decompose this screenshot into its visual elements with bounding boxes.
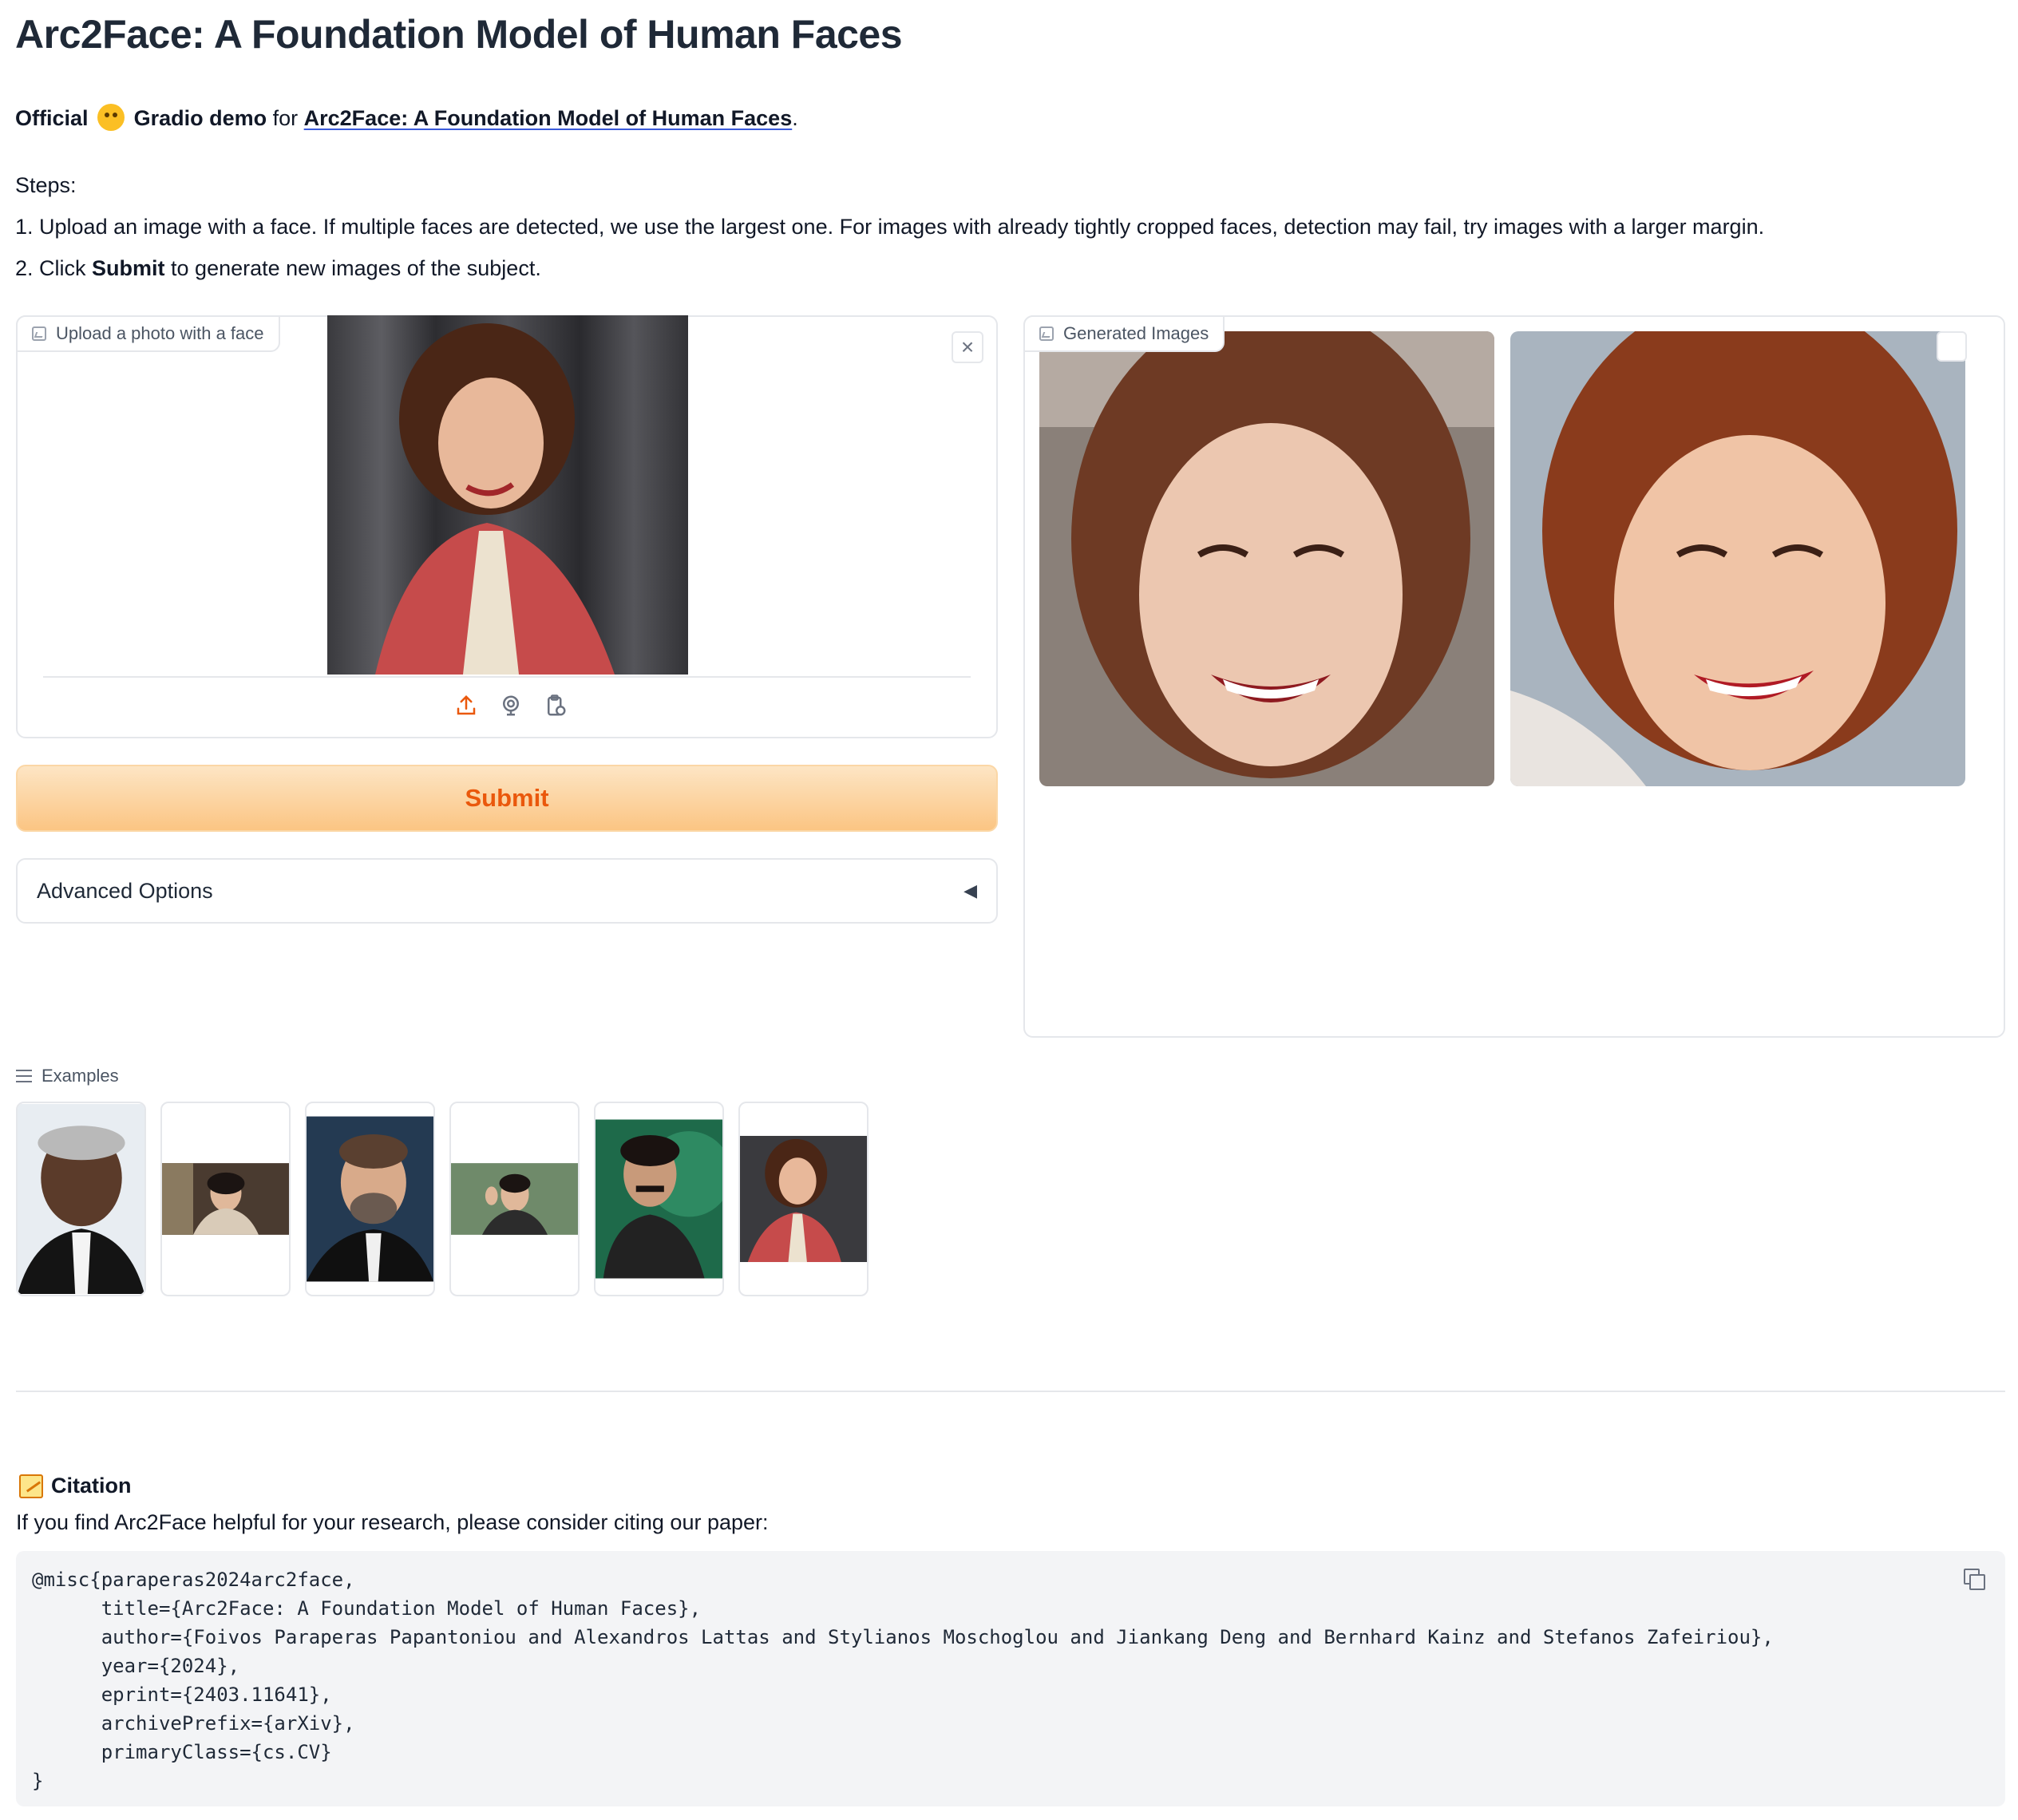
- steps-heading: Steps:: [15, 173, 77, 197]
- example-thumbnail[interactable]: [594, 1102, 724, 1296]
- examples-label-text: Examples: [42, 1066, 119, 1086]
- examples-gallery: [16, 1102, 869, 1296]
- image-icon: [32, 326, 46, 341]
- image-icon: [1039, 326, 1054, 341]
- uploaded-image: [327, 315, 688, 675]
- intro-period: .: [792, 106, 798, 130]
- copy-icon[interactable]: [1964, 1569, 1985, 1590]
- webcam-icon[interactable]: [497, 692, 524, 719]
- intro-for: for: [272, 106, 299, 130]
- step-2: 2. Click Submit to generate new images o…: [15, 247, 1764, 289]
- generated-image[interactable]: [1510, 331, 1965, 786]
- clipboard-icon[interactable]: [542, 692, 569, 719]
- upload-icon[interactable]: [453, 692, 480, 719]
- generated-label: Generated Images: [1023, 315, 1225, 352]
- generated-image[interactable]: [1039, 331, 1494, 786]
- hugging-face-icon: [97, 104, 125, 131]
- citation-code-block: @misc{paraperas2024arc2face, title={Arc2…: [16, 1551, 2005, 1806]
- example-thumbnail[interactable]: [160, 1102, 291, 1296]
- citation-heading: Citation: [19, 1474, 132, 1498]
- citation-heading-text: Citation: [51, 1474, 132, 1498]
- citation-bibtex: @misc{paraperas2024arc2face, title={Arc2…: [32, 1569, 1774, 1792]
- step-2-prefix: 2. Click: [15, 256, 93, 280]
- list-icon: [16, 1070, 32, 1082]
- example-thumbnail[interactable]: [305, 1102, 435, 1296]
- generated-images-gallery: Generated Images: [1023, 315, 2005, 1038]
- intro-official: Official: [15, 106, 89, 130]
- steps: Steps: 1. Upload an image with a face. I…: [15, 164, 1764, 289]
- gallery-select-checkbox[interactable]: [1937, 331, 1967, 362]
- example-thumbnail[interactable]: [16, 1102, 146, 1296]
- upload-label: Upload a photo with a face: [16, 315, 280, 352]
- upload-divider: [43, 676, 971, 678]
- step-2-suffix: to generate new images of the subject.: [164, 256, 541, 280]
- step-2-bold: Submit: [92, 256, 165, 280]
- citation-description: If you find Arc2Face helpful for your re…: [16, 1510, 769, 1534]
- clear-image-button[interactable]: ×: [952, 331, 983, 363]
- advanced-options-accordion[interactable]: Advanced Options ◀: [16, 858, 998, 924]
- section-divider: [16, 1391, 2005, 1392]
- source-selector: [453, 692, 569, 719]
- caret-left-icon: ◀: [963, 880, 977, 900]
- advanced-options-label: Advanced Options: [37, 878, 213, 903]
- examples-label: Examples: [16, 1066, 119, 1086]
- example-thumbnail[interactable]: [449, 1102, 580, 1296]
- paper-link[interactable]: Arc2Face: A Foundation Model of Human Fa…: [304, 106, 793, 130]
- step-1: 1. Upload an image with a face. If multi…: [15, 215, 1765, 239]
- memo-icon: [19, 1474, 43, 1498]
- page-title: Arc2Face: A Foundation Model of Human Fa…: [15, 12, 903, 57]
- intro-gradio-demo: Gradio demo: [133, 106, 267, 130]
- generated-label-text: Generated Images: [1063, 323, 1209, 343]
- upload-label-text: Upload a photo with a face: [56, 323, 264, 343]
- submit-button[interactable]: Submit: [16, 765, 998, 832]
- image-upload-panel[interactable]: Upload a photo with a face ×: [16, 315, 998, 738]
- intro-text: Official Gradio demo for Arc2Face: A Fou…: [15, 104, 798, 131]
- example-thumbnail[interactable]: [738, 1102, 869, 1296]
